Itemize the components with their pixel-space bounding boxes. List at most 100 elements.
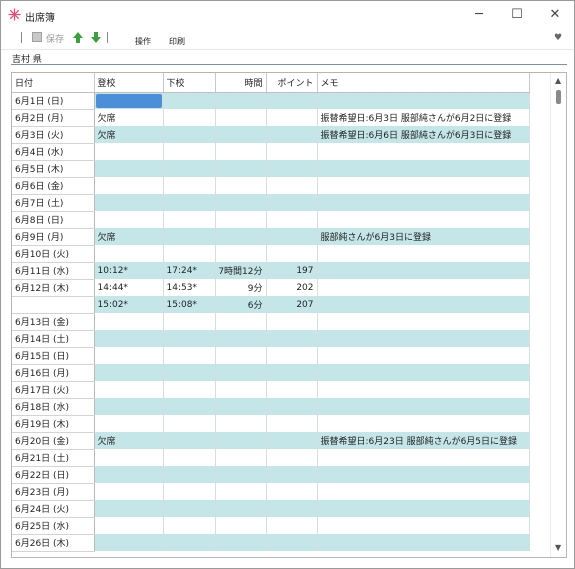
departure-cell[interactable] <box>163 517 216 534</box>
table-row[interactable]: 6月4日 (水) <box>12 143 530 161</box>
departure-cell[interactable] <box>163 313 216 330</box>
departure-cell[interactable] <box>163 92 216 109</box>
memo-cell[interactable]: 服部純さんが6月3日に登録 <box>317 228 530 245</box>
departure-cell[interactable]: 15:08* <box>163 296 216 313</box>
departure-cell[interactable] <box>163 432 216 449</box>
heart-icon[interactable]: ♥ <box>554 33 562 43</box>
date-cell[interactable]: 6月8日 (日) <box>12 211 95 229</box>
time-cell[interactable] <box>215 228 267 245</box>
points-cell[interactable] <box>266 211 318 228</box>
memo-cell[interactable] <box>317 517 530 534</box>
departure-cell[interactable] <box>163 483 216 500</box>
title-bar[interactable]: 出席簿 ─ ☐ ✕ <box>1 1 574 29</box>
arrival-cell[interactable] <box>94 143 164 160</box>
date-cell[interactable]: 6月10日 (火) <box>12 245 95 263</box>
table-row[interactable]: 15:02* 15:08* 6分 207 <box>12 296 530 314</box>
date-cell[interactable]: 6月2日 (月) <box>12 109 95 127</box>
scroll-thumb[interactable] <box>556 90 561 104</box>
time-cell[interactable] <box>215 245 267 262</box>
column-header-time[interactable]: 時間 <box>215 73 267 93</box>
arrival-cell[interactable] <box>94 313 164 330</box>
arrival-cell[interactable] <box>94 415 164 432</box>
memo-cell[interactable] <box>317 466 530 483</box>
points-cell[interactable] <box>266 534 318 551</box>
departure-cell[interactable] <box>163 177 216 194</box>
arrival-cell[interactable] <box>94 211 164 228</box>
time-cell[interactable] <box>215 313 267 330</box>
departure-cell[interactable] <box>163 245 216 262</box>
points-cell[interactable] <box>266 347 318 364</box>
minimize-button[interactable]: ─ <box>460 1 498 29</box>
memo-cell[interactable] <box>317 483 530 500</box>
column-header-date[interactable]: 日付 <box>12 73 95 93</box>
time-cell[interactable] <box>215 109 267 126</box>
table-row[interactable]: 6月9日 (月) 欠席 服部純さんが6月3日に登録 <box>12 228 530 246</box>
date-cell[interactable]: 6月19日 (木) <box>12 415 95 433</box>
selected-cell-highlight[interactable] <box>95 93 162 108</box>
memo-cell[interactable] <box>317 381 530 398</box>
maximize-button[interactable]: ☐ <box>498 1 536 29</box>
column-header-arrival[interactable]: 登校 <box>94 73 164 93</box>
departure-cell[interactable] <box>163 330 216 347</box>
memo-cell[interactable] <box>317 160 530 177</box>
arrival-cell[interactable]: 14:44* <box>94 279 164 296</box>
arrival-cell[interactable] <box>94 364 164 381</box>
memo-cell[interactable] <box>317 415 530 432</box>
date-cell[interactable]: 6月23日 (月) <box>12 483 95 501</box>
table-row[interactable]: 6月22日 (日) <box>12 466 530 484</box>
memo-cell[interactable] <box>317 92 530 109</box>
departure-cell[interactable] <box>163 211 216 228</box>
date-cell[interactable]: 6月15日 (日) <box>12 347 95 365</box>
memo-cell[interactable] <box>317 534 530 551</box>
points-cell[interactable] <box>266 245 318 262</box>
date-cell[interactable]: 6月18日 (水) <box>12 398 95 416</box>
departure-cell[interactable]: 17:24* <box>163 262 216 279</box>
table-row[interactable]: 6月23日 (月) <box>12 483 530 501</box>
table-row[interactable]: 6月8日 (日) <box>12 211 530 229</box>
time-cell[interactable] <box>215 415 267 432</box>
arrival-cell[interactable]: 15:02* <box>94 296 164 313</box>
date-cell[interactable] <box>12 296 95 314</box>
table-row[interactable]: 6月2日 (月) 欠席 振替希望日:6月3日 服部純さんが6月2日に登録 <box>12 109 530 127</box>
table-row[interactable]: 6月12日 (木) 14:44* 14:53* 9分 202 <box>12 279 530 297</box>
time-cell[interactable]: 6分 <box>215 296 267 313</box>
memo-cell[interactable] <box>317 194 530 211</box>
points-cell[interactable] <box>266 109 318 126</box>
memo-cell[interactable] <box>317 177 530 194</box>
date-cell[interactable]: 6月13日 (金) <box>12 313 95 331</box>
points-cell[interactable]: 202 <box>266 279 318 296</box>
date-cell[interactable]: 6月14日 (土) <box>12 330 95 348</box>
date-cell[interactable]: 6月9日 (月) <box>12 228 95 246</box>
table-row[interactable]: 6月1日 (日) <box>12 92 530 110</box>
departure-cell[interactable] <box>163 228 216 245</box>
arrival-cell[interactable] <box>94 500 164 517</box>
down-arrow-icon[interactable] <box>90 31 102 44</box>
time-cell[interactable] <box>215 347 267 364</box>
time-cell[interactable] <box>215 211 267 228</box>
points-cell[interactable]: 197 <box>266 262 318 279</box>
time-cell[interactable] <box>215 160 267 177</box>
time-cell[interactable] <box>215 364 267 381</box>
memo-cell[interactable] <box>317 398 530 415</box>
points-cell[interactable] <box>266 194 318 211</box>
date-cell[interactable]: 6月7日 (土) <box>12 194 95 212</box>
time-cell[interactable] <box>215 330 267 347</box>
table-row[interactable]: 6月10日 (火) <box>12 245 530 263</box>
memo-cell[interactable]: 振替希望日:6月3日 服部純さんが6月2日に登録 <box>317 109 530 126</box>
arrival-cell[interactable] <box>94 381 164 398</box>
memo-cell[interactable] <box>317 245 530 262</box>
column-header-departure[interactable]: 下校 <box>163 73 216 93</box>
table-row[interactable]: 6月7日 (土) <box>12 194 530 212</box>
points-cell[interactable] <box>266 449 318 466</box>
memo-cell[interactable]: 振替希望日:6月23日 服部純さんが6月5日に登録 <box>317 432 530 449</box>
time-cell[interactable] <box>215 398 267 415</box>
time-cell[interactable] <box>215 194 267 211</box>
table-row[interactable]: 6月16日 (月) <box>12 364 530 382</box>
menu-print[interactable]: 印刷 <box>169 36 185 47</box>
arrival-cell[interactable] <box>94 347 164 364</box>
memo-cell[interactable] <box>317 211 530 228</box>
date-cell[interactable]: 6月5日 (木) <box>12 160 95 178</box>
attendance-grid[interactable]: 日付 登校 下校 時間 ポイント メモ 6月1日 (日) 6月2日 (月) 欠席 振替… <box>11 72 567 558</box>
table-row[interactable]: 6月24日 (火) <box>12 500 530 518</box>
column-header-memo[interactable]: メモ <box>317 73 530 93</box>
